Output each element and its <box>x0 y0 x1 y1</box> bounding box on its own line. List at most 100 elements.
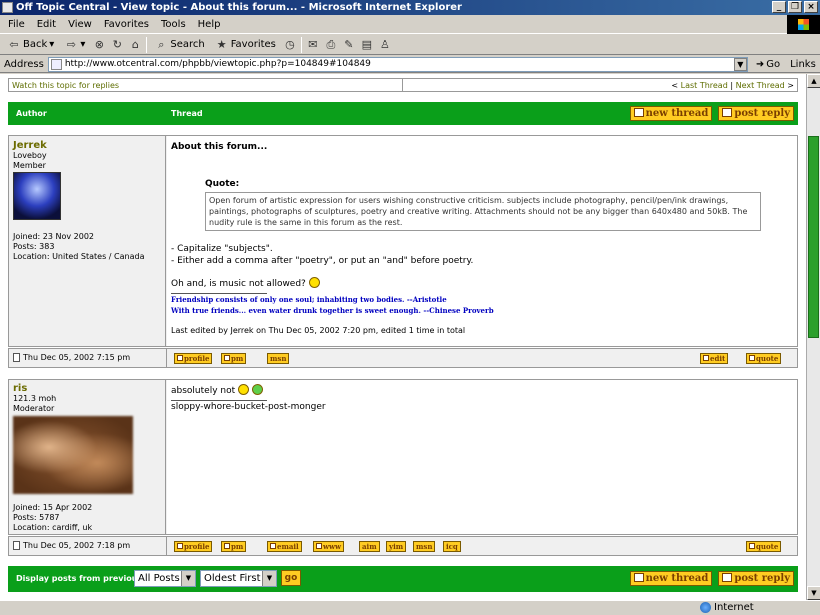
watch-topic-link[interactable]: Watch this topic for replies <box>12 81 119 90</box>
apply-go-button[interactable]: go <box>281 570 301 586</box>
address-dropdown-icon[interactable]: ▼ <box>733 57 747 71</box>
user-rank: Loveboy <box>13 151 47 160</box>
user-location: Location: cardiff, uk <box>13 523 93 532</box>
icq-button[interactable]: icq <box>443 541 461 552</box>
menu-view[interactable]: View <box>62 19 98 30</box>
post-footer-ris: Thu Dec 05, 2002 7:18 pm profile pm emai… <box>8 536 798 556</box>
mail-icon[interactable]: ✉ <box>306 38 320 52</box>
profile-button[interactable]: profile <box>174 353 213 364</box>
msn-button[interactable]: msn <box>267 353 290 364</box>
user-role: Moderator <box>13 404 55 413</box>
post-ris: ris 121.3 moh Moderator Joined: 15 Apr 2… <box>8 379 798 535</box>
grin-emoji-icon <box>251 384 263 395</box>
post-reply-button[interactable]: post reply <box>718 571 794 586</box>
nav-divider <box>402 79 403 91</box>
topic-nav: Watch this topic for replies < Last Thre… <box>8 78 798 92</box>
pm-icon <box>224 543 230 549</box>
new-thread-icon <box>633 108 644 117</box>
messenger-icon[interactable]: ♙ <box>378 38 392 52</box>
signature-line-2: With true friends... even water drunk to… <box>171 306 494 315</box>
history-icon[interactable]: ◷ <box>283 38 297 52</box>
username[interactable]: ris <box>13 383 161 394</box>
profile-button[interactable]: profile <box>174 541 213 552</box>
scroll-up-icon[interactable]: ▲ <box>807 74 820 88</box>
maximize-button[interactable]: ❐ <box>788 1 802 13</box>
address-input[interactable]: http://www.otcentral.com/phpbb/viewtopic… <box>47 56 748 72</box>
menu-edit[interactable]: Edit <box>31 19 62 30</box>
menu-favorites[interactable]: Favorites <box>98 19 155 30</box>
quote-icon <box>749 543 755 549</box>
close-button[interactable]: × <box>804 1 818 13</box>
new-thread-button[interactable]: new thread <box>629 106 713 121</box>
post-line-1: - Capitalize "subjects". <box>171 244 273 254</box>
menu-file[interactable]: File <box>2 19 31 30</box>
email-button[interactable]: email <box>267 541 302 552</box>
edit-icon <box>703 355 709 361</box>
refresh-icon[interactable]: ↻ <box>110 38 124 52</box>
footer-divider <box>166 537 167 555</box>
forward-button[interactable]: ⇨ ▾ <box>61 38 88 52</box>
home-icon[interactable]: ⌂ <box>128 38 142 52</box>
post-date: Thu Dec 05, 2002 7:18 pm <box>13 541 130 550</box>
edit-icon[interactable]: ✎ <box>342 38 356 52</box>
ie-icon <box>2 2 13 13</box>
quote-button[interactable]: quote <box>746 353 782 364</box>
post-line-2: - Either add a comma after "poetry", or … <box>171 256 474 266</box>
favorites-button[interactable]: ★ Favorites <box>212 38 279 52</box>
quote-label: Quote: <box>205 179 240 189</box>
search-button[interactable]: ⌕ Search <box>151 38 207 52</box>
menu-tools[interactable]: Tools <box>155 19 192 30</box>
go-button[interactable]: ➜ Go <box>756 59 780 70</box>
stop-icon[interactable]: ⊗ <box>92 38 106 52</box>
print-icon[interactable]: ⎙ <box>324 38 338 52</box>
next-thread-link[interactable]: Next Thread <box>736 81 785 90</box>
discuss-icon[interactable]: ▤ <box>360 38 374 52</box>
search-icon: ⌕ <box>158 37 165 51</box>
last-thread-link[interactable]: Last Thread <box>681 81 728 90</box>
thread-header-bar: Author Thread new thread post reply <box>8 102 798 125</box>
vertical-scrollbar[interactable]: ▲ ▼ <box>806 74 820 600</box>
minimize-button[interactable]: _ <box>772 1 786 13</box>
user-role: Member <box>13 161 46 170</box>
address-label: Address <box>4 58 44 70</box>
msn-button[interactable]: msn <box>413 541 436 552</box>
post-line-3: Oh and, is music not allowed? <box>171 277 793 290</box>
pm-button[interactable]: pm <box>221 353 247 364</box>
post-icon <box>13 353 20 362</box>
status-bar: Internet <box>0 600 820 615</box>
nav-sep: | <box>730 80 734 90</box>
user-posts: Posts: 383 <box>13 242 55 251</box>
aim-button[interactable]: aim <box>359 541 380 552</box>
menu-help[interactable]: Help <box>192 19 227 30</box>
post-subject: About this forum... <box>171 142 268 152</box>
window-titlebar: Off Topic Central - View topic - About t… <box>0 0 820 15</box>
posts-period-select[interactable]: All Posts ▼ <box>134 570 196 587</box>
quote-text: Open forum of artistic expression for us… <box>205 192 761 231</box>
post-reply-button[interactable]: post reply <box>718 106 794 121</box>
sort-order-select[interactable]: Oldest First ▼ <box>200 570 277 587</box>
post-icon <box>13 541 20 550</box>
pm-button[interactable]: pm <box>221 541 247 552</box>
back-button[interactable]: ⇦ Back ▾ <box>4 38 57 52</box>
author-panel: Jerrek Loveboy Member Joined: 23 Nov 200… <box>9 136 166 346</box>
yim-button[interactable]: yim <box>386 541 407 552</box>
user-rank: 121.3 moh <box>13 394 57 403</box>
smile-emoji-icon <box>308 277 320 288</box>
quote-block: Quote: Open forum of artistic expression… <box>205 178 761 231</box>
toolbar-separator <box>146 36 148 53</box>
www-button[interactable]: www <box>313 541 345 552</box>
links-button[interactable]: Links <box>790 59 816 70</box>
post-jerrek: Jerrek Loveboy Member Joined: 23 Nov 200… <box>8 135 798 347</box>
post-body: absolutely not sloppy-whore-bucket-post-… <box>167 380 797 534</box>
scroll-down-icon[interactable]: ▼ <box>807 586 820 600</box>
forward-arrow-icon: ⇨ <box>66 37 76 51</box>
edit-button[interactable]: edit <box>700 353 729 364</box>
avatar <box>13 172 61 220</box>
quote-button[interactable]: quote <box>746 541 782 552</box>
scroll-thumb[interactable] <box>808 136 819 338</box>
windows-logo-icon <box>787 15 820 34</box>
user-posts: Posts: 5787 <box>13 513 60 522</box>
new-thread-button[interactable]: new thread <box>629 571 713 586</box>
dropdown-icon: ▾ <box>49 39 55 50</box>
username[interactable]: Jerrek <box>13 140 161 151</box>
